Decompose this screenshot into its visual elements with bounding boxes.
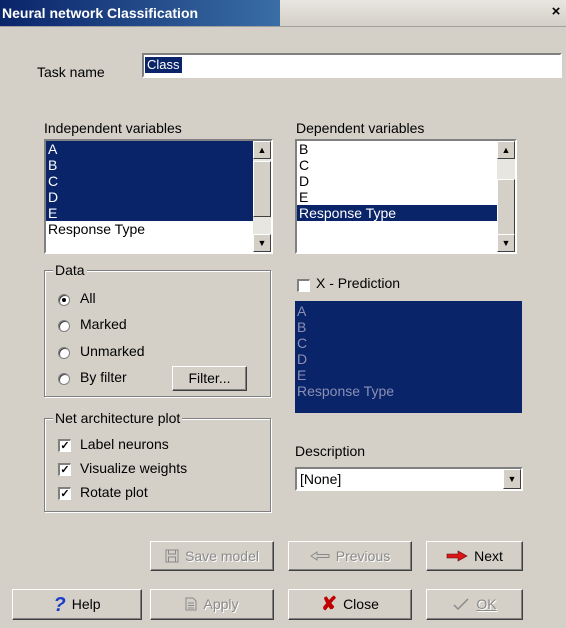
checkbox-label-neurons[interactable]: ✓	[58, 439, 71, 452]
scroll-up-icon[interactable]: ▲	[497, 141, 515, 159]
checkbox-label: Rotate plot	[80, 484, 148, 500]
x-prediction-list: A B C D E Response Type	[295, 301, 522, 413]
arrow-right-icon	[446, 542, 468, 570]
independent-variables-list[interactable]: A B C D E Response Type ▲ ▼	[44, 139, 273, 254]
data-group-legend: Data	[53, 262, 87, 278]
checkbox-label: Label neurons	[80, 436, 169, 452]
list-item[interactable]: Response Type	[46, 221, 271, 237]
radio-by-filter[interactable]	[58, 373, 70, 385]
save-model-label: Save model	[185, 548, 259, 564]
scroll-down-icon[interactable]: ▼	[497, 234, 515, 252]
radio-marked[interactable]	[58, 320, 70, 332]
description-select[interactable]: [None] ▼	[295, 467, 523, 491]
list-item: E	[297, 367, 307, 383]
chevron-down-icon[interactable]: ▼	[503, 469, 521, 489]
radio-label: All	[80, 290, 96, 306]
list-item: D	[297, 351, 308, 367]
filter-button[interactable]: Filter...	[172, 366, 247, 391]
list-item[interactable]: A	[46, 141, 271, 157]
close-button[interactable]: ✘ Close	[288, 589, 412, 620]
close-icon[interactable]: ×	[548, 4, 564, 20]
scroll-thumb[interactable]	[497, 179, 515, 235]
apply-button[interactable]: Apply	[150, 589, 274, 620]
previous-label: Previous	[335, 548, 391, 564]
task-name-input[interactable]: Class	[142, 53, 562, 78]
next-label: Next	[474, 548, 503, 564]
x-prediction-label: X - Prediction	[316, 275, 401, 291]
independent-variables-label: Independent variables	[44, 120, 182, 136]
task-name-label: Task name	[37, 64, 105, 80]
dependent-items: B C D E Response Type	[297, 141, 515, 221]
description-value: [None]	[300, 471, 342, 487]
list-item[interactable]: D	[46, 189, 271, 205]
x-icon: ✘	[321, 594, 338, 615]
x-prediction-checkbox[interactable]	[297, 279, 310, 292]
list-item: A	[297, 303, 307, 319]
list-item[interactable]: C	[46, 173, 271, 189]
checkbox-label: Visualize weights	[80, 460, 188, 476]
task-name-value: Class	[145, 57, 182, 73]
list-item[interactable]: D	[297, 173, 515, 189]
dependent-scrollbar[interactable]: ▲ ▼	[497, 141, 515, 252]
x-prediction-items: A B C D E Response Type	[295, 301, 522, 399]
scroll-up-icon[interactable]: ▲	[253, 141, 271, 159]
question-mark-icon: ?	[53, 594, 66, 616]
scroll-down-icon[interactable]: ▼	[253, 234, 271, 252]
list-item[interactable]: Response Type	[297, 205, 515, 221]
previous-button[interactable]: Previous	[288, 541, 412, 571]
list-item: B	[297, 319, 307, 335]
save-model-button[interactable]: Save model	[150, 541, 274, 571]
help-button[interactable]: ? Help	[12, 589, 142, 620]
list-item: C	[297, 335, 308, 351]
window-title: Neural network Classification	[0, 0, 280, 26]
list-item[interactable]: B	[46, 157, 271, 173]
independent-items: A B C D E Response Type	[46, 141, 271, 237]
list-item: Response Type	[297, 383, 395, 399]
radio-selected-dot	[62, 298, 66, 302]
radio-label: Marked	[80, 316, 127, 332]
next-button[interactable]: Next	[426, 541, 523, 571]
list-item[interactable]: B	[297, 141, 515, 157]
list-item[interactable]: E	[46, 205, 271, 221]
radio-unmarked[interactable]	[58, 347, 70, 359]
list-item[interactable]: E	[297, 189, 515, 205]
checkbox-visualize-weights[interactable]: ✓	[58, 463, 71, 476]
apply-label: Apply	[203, 596, 239, 612]
scroll-thumb[interactable]	[253, 161, 271, 217]
radio-all[interactable]	[58, 294, 70, 306]
help-label: Help	[71, 596, 101, 612]
radio-label: Unmarked	[80, 343, 145, 359]
description-label: Description	[295, 443, 366, 459]
dependent-variables-label: Dependent variables	[296, 120, 425, 136]
radio-label: By filter	[80, 369, 127, 385]
ok-button[interactable]: OK	[426, 589, 523, 620]
close-label: Close	[343, 596, 379, 612]
title-bar[interactable]: Neural network Classification ×	[0, 0, 566, 27]
independent-scrollbar[interactable]: ▲ ▼	[253, 141, 271, 252]
ok-label: OK	[476, 596, 497, 612]
list-item[interactable]: C	[297, 157, 515, 173]
arrow-left-icon	[309, 542, 330, 570]
dependent-variables-list[interactable]: B C D E Response Type ▲ ▼	[295, 139, 517, 254]
net-architecture-legend: Net architecture plot	[53, 410, 183, 426]
floppy-disk-icon	[165, 542, 179, 570]
filter-button-label: Filter...	[188, 370, 231, 386]
checkmark-icon	[452, 590, 470, 619]
document-icon	[185, 590, 197, 619]
checkbox-rotate-plot[interactable]: ✓	[58, 487, 71, 500]
